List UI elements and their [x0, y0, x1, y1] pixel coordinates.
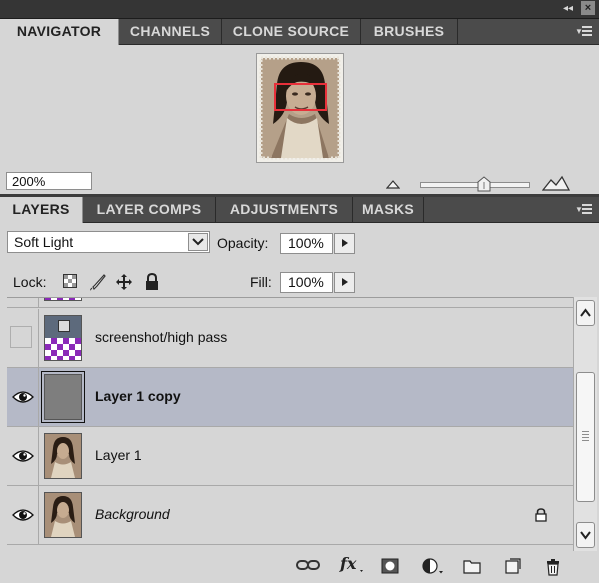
layer-row-partial[interactable]	[7, 298, 573, 308]
opacity-input[interactable]: 100%	[280, 233, 333, 254]
eye-icon	[12, 509, 34, 521]
tab-brushes[interactable]: BRUSHES	[361, 19, 458, 44]
layer-name[interactable]: Layer 1	[95, 447, 142, 463]
fill-slider-button[interactable]	[334, 272, 355, 293]
panel-menu-icon[interactable]: ▼	[575, 25, 593, 37]
add-mask-icon[interactable]	[381, 558, 399, 574]
tab-navigator[interactable]: NAVIGATOR	[0, 19, 119, 45]
layer-style-fx-icon[interactable]: fx	[339, 554, 365, 574]
zoom-level-input[interactable]: 200%	[6, 172, 92, 190]
navigator-panel: NAVIGATOR CHANNELS CLONE SOURCE BRUSHES …	[0, 19, 599, 194]
tab-layers[interactable]: LAYERS	[0, 197, 83, 223]
layer-row-layer-1-copy[interactable]: Layer 1 copy	[7, 368, 573, 427]
panel-menu-icon[interactable]: ▼	[575, 203, 593, 215]
layer-thumbnail	[44, 315, 82, 361]
visibility-toggle[interactable]	[7, 427, 39, 485]
chevron-down-icon	[188, 233, 208, 251]
layer-thumbnail	[44, 492, 82, 538]
layers-panel: LAYERS LAYER COMPS ADJUSTMENTS MASKS ▼ S…	[0, 197, 599, 583]
tab-channels[interactable]: CHANNELS	[119, 19, 222, 44]
lock-label: Lock:	[13, 274, 47, 290]
zoom-slider-thumb[interactable]	[477, 176, 491, 192]
svg-text:fx: fx	[339, 554, 357, 573]
eye-icon	[12, 450, 34, 462]
fill-label: Fill:	[250, 274, 272, 290]
tab-masks[interactable]: MASKS	[353, 197, 424, 222]
navigator-tabbar: NAVIGATOR CHANNELS CLONE SOURCE BRUSHES …	[0, 19, 599, 45]
lock-image-pixels-icon[interactable]	[89, 273, 107, 291]
layers-list: screenshot/high pass Layer 1 copy Layer …	[7, 297, 573, 552]
visibility-toggle[interactable]	[7, 309, 39, 367]
tab-clone-source[interactable]: CLONE SOURCE	[222, 19, 361, 44]
delete-layer-icon[interactable]	[545, 558, 561, 576]
layer-thumbnail	[44, 298, 82, 301]
lock-icon	[535, 508, 547, 522]
layers-scrollbar[interactable]	[573, 297, 597, 551]
lock-all-icon[interactable]	[144, 273, 160, 291]
adjustment-layer-icon[interactable]	[422, 558, 444, 576]
zoom-in-icon[interactable]	[542, 175, 570, 191]
visibility-toggle[interactable]	[7, 298, 39, 307]
layer-name[interactable]: screenshot/high pass	[95, 329, 227, 345]
tab-layer-comps[interactable]: LAYER COMPS	[83, 197, 216, 222]
layer-thumbnail	[44, 433, 82, 479]
scrollbar-thumb[interactable]	[576, 372, 595, 502]
scroll-down-button[interactable]	[576, 522, 595, 548]
new-layer-icon[interactable]	[505, 558, 521, 574]
layer-row-screenshot-high-pass[interactable]: screenshot/high pass	[7, 309, 573, 368]
layers-footer-toolbar: fx	[0, 551, 599, 583]
visibility-toggle[interactable]	[7, 486, 39, 544]
hidden-eye-box	[10, 326, 32, 348]
layer-name[interactable]: Layer 1 copy	[95, 388, 181, 404]
new-group-icon[interactable]	[463, 558, 481, 574]
panel-dock-header: ◂◂ ×	[0, 0, 599, 19]
layer-row-background[interactable]: Background	[7, 486, 573, 545]
layer-row-layer-1[interactable]: Layer 1	[7, 427, 573, 486]
scroll-up-button[interactable]	[576, 300, 595, 326]
blend-mode-select[interactable]: Soft Light	[7, 231, 210, 253]
zoom-out-icon[interactable]	[386, 179, 400, 189]
eye-icon	[12, 391, 34, 403]
layers-tabbar: LAYERS LAYER COMPS ADJUSTMENTS MASKS ▼	[0, 197, 599, 223]
blend-mode-value: Soft Light	[14, 234, 74, 250]
close-panel-icon[interactable]: ×	[581, 1, 595, 15]
layer-thumbnail	[41, 371, 85, 423]
tab-adjustments[interactable]: ADJUSTMENTS	[216, 197, 353, 222]
collapse-panels-icon[interactable]: ◂◂	[561, 2, 575, 15]
fill-input[interactable]: 100%	[280, 272, 333, 293]
lock-transparent-pixels-icon[interactable]	[62, 273, 78, 289]
opacity-slider-button[interactable]	[334, 233, 355, 254]
layer-name[interactable]: Background	[95, 506, 170, 522]
opacity-label: Opacity:	[217, 235, 269, 251]
lock-position-icon[interactable]	[115, 273, 133, 291]
visibility-toggle[interactable]	[7, 368, 39, 426]
link-layers-icon[interactable]	[296, 558, 320, 572]
zoom-slider-track[interactable]	[420, 182, 530, 188]
navigator-preview[interactable]	[256, 53, 344, 163]
